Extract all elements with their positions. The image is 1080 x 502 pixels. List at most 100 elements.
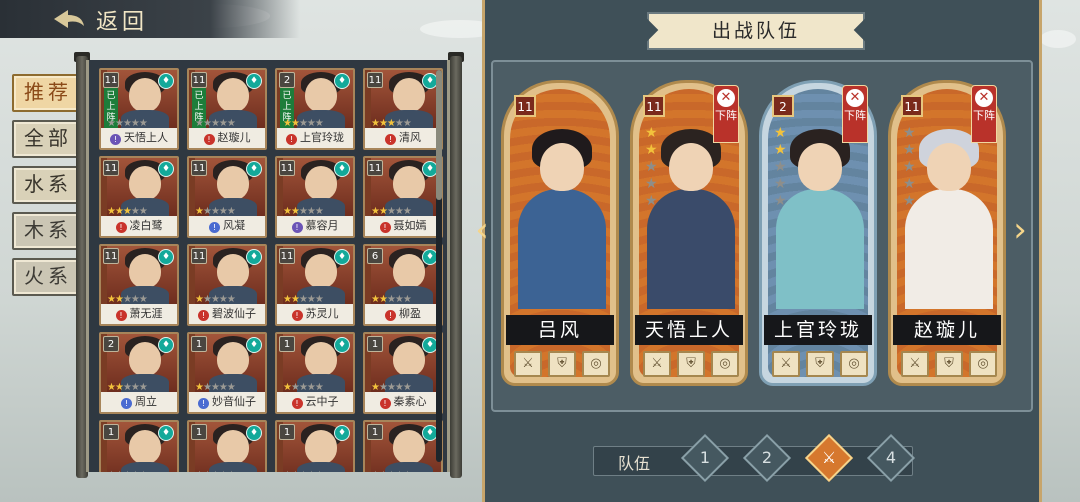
hero-card[interactable]: 1♦★★★★★ [99,420,179,472]
team-member-card[interactable]: 11 ★ ★ ★ ★ ★ ✕ 下阵 天悟上人 ⚔ ⛨ ◎ [630,80,748,386]
hero-name-bar: ! 聂如嫣 [365,216,441,236]
team-member-card[interactable]: 11 吕风 ⚔ ⛨ ◎ [501,80,619,386]
remove-from-team-button[interactable]: ✕ 下阵 [713,85,739,143]
tab-1[interactable]: 全部 [12,120,84,158]
water-element-icon: ♦ [158,249,174,265]
hero-card[interactable]: 1♦★★★★★ [187,420,267,472]
tab-0[interactable]: 推荐 [12,74,84,112]
hero-face [129,78,161,112]
hero-card[interactable]: 6 ♦ ★★★★★! 柳盈 [363,244,443,326]
hero-card[interactable]: 11 ♦ ★★★★★! 清风 [363,68,443,150]
hero-card[interactable]: 1 ♦ ★★★★★! 秦素心 [363,332,443,414]
back-button[interactable]: 返回 [96,4,148,36]
water-element-icon: ♦ [246,161,262,177]
figure-head [927,143,971,191]
hero-name-bar: ! 萧无涯 [101,304,177,324]
equipment-slot-icon[interactable]: ⚔ [901,351,929,377]
water-element-icon: ♦ [158,425,174,441]
hero-stars: ★★★★★ [371,470,412,472]
equipment-slot-icon[interactable]: ⛨ [677,351,705,377]
scroll-rod-right [450,56,462,478]
remove-label: 下阵 [844,109,866,122]
remove-from-team-button[interactable]: ✕ 下阵 [842,85,868,143]
hero-card[interactable]: 1 ♦ ★★★★★! 妙音仙子 [187,332,267,414]
hero-name: 碧波仙子 [212,307,256,320]
team-member-name: 上官玲珑 [764,315,872,345]
remove-from-team-button[interactable]: ✕ 下阵 [971,85,997,143]
hero-stars: ★★★★★ [195,470,236,472]
hero-card[interactable]: 1 ♦ ★★★★★! 云中子 [275,332,355,414]
close-icon: ✕ [975,89,993,107]
tab-3[interactable]: 木系 [12,212,84,250]
hero-level: 1 [367,424,383,440]
equipment-slot-icon[interactable]: ⚔ [772,351,800,377]
hero-name: 聂如嫣 [393,219,427,232]
equipment-row: ⚔ ⛨ ◎ [901,351,997,377]
hero-card[interactable]: 11 ♦ 已上阵 ★★★★★! 天悟上人 [99,68,179,150]
hero-name-bar: ! 赵璇儿 [189,128,265,148]
team-3-button[interactable]: ⚔ [804,433,854,483]
equipment-slot-icon[interactable]: ⚔ [643,351,671,377]
hero-name: 妙音仙子 [212,395,256,408]
hero-name-bar: ! 凌白鹭 [101,216,177,236]
hero-card[interactable]: 1♦★★★★★ [363,420,443,472]
team-member-stars: ★ ★ ★ ★ ★ [774,125,787,209]
hero-card[interactable]: 11 ♦ ★★★★★! 风凝 [187,156,267,238]
scrollbar-thumb[interactable] [436,70,442,200]
back-arrow-icon[interactable] [52,8,86,30]
team-2-button[interactable]: 2 [742,433,792,483]
hero-card[interactable]: 11 ♦ ★★★★★! 聂如嫣 [363,156,443,238]
battle-team-panel: 出战队伍 ‹ › 11 吕风 ⚔ ⛨ ◎ 11 ★ ★ ★ ★ ★ ✕ 下阵 天悟上人 ⚔ ⛨ ◎ 2 ★ ★ ★ ★ ★ ✕… [475,0,1042,502]
hero-card[interactable]: 11 ♦ ★★★★★! 慕容月 [275,156,355,238]
hero-name: 上官玲珑 [300,131,344,144]
equipment-slot-icon[interactable]: ⛨ [806,351,834,377]
hero-card[interactable]: 11 ♦ ★★★★★! 萧无涯 [99,244,179,326]
water-element-icon: ♦ [246,337,262,353]
equipment-slot-icon[interactable]: ⛨ [935,351,963,377]
hero-face [305,430,337,464]
hero-name: 慕容月 [305,219,339,232]
team-4-button[interactable]: 4 [866,433,916,483]
equipment-slot-icon[interactable]: ⚔ [514,351,542,377]
equipment-slot-icon[interactable]: ◎ [582,351,610,377]
hero-name-bar: ! 云中子 [277,392,353,412]
hero-list-scrollbar[interactable] [436,70,442,462]
hero-name-bar: ! 慕容月 [277,216,353,236]
remove-label: 下阵 [973,109,995,122]
hero-card[interactable]: 2 ♦ ★★★★★! 周立 [99,332,179,414]
equipment-slot-icon[interactable]: ⛨ [548,351,576,377]
hero-card[interactable]: 11 ♦ ★★★★★! 苏灵儿 [275,244,355,326]
hero-face [217,254,249,288]
water-element-icon: ♦ [158,161,174,177]
equipment-slot-icon[interactable]: ◎ [711,351,739,377]
hero-level: 1 [367,336,383,352]
water-element-icon: ♦ [246,249,262,265]
team-1-button[interactable]: 1 [680,433,730,483]
right-arrow-icon[interactable]: › [1011,210,1029,250]
hero-face [129,254,161,288]
team-member-stars: ★ ★ ★ ★ ★ [903,125,916,209]
hero-stars: ★★★★★ [283,470,324,472]
team-member-card[interactable]: 11 ★ ★ ★ ★ ★ ✕ 下阵 赵璇儿 ⚔ ⛨ ◎ [888,80,1006,386]
hero-card[interactable]: 11 ♦ ★★★★★! 碧波仙子 [187,244,267,326]
tab-4[interactable]: 火系 [12,258,84,296]
hero-name-bar: ! 碧波仙子 [189,304,265,324]
hero-level: 11 [367,160,383,176]
hero-name: 凌白鹭 [129,219,163,232]
team-member-card[interactable]: 2 ★ ★ ★ ★ ★ ✕ 下阵 上官玲珑 ⚔ ⛨ ◎ [759,80,877,386]
hero-card[interactable]: 1♦★★★★★ [275,420,355,472]
hero-level: 1 [191,336,207,352]
team-member-level: 11 [514,95,536,117]
left-arrow-icon[interactable]: ‹ [473,210,491,250]
hero-card[interactable]: 11 ♦ 已上阵 ★★★★★! 赵璇儿 [187,68,267,150]
hero-card[interactable]: 2 ♦ 已上阵 ★★★★★! 上官玲珑 [275,68,355,150]
hero-card[interactable]: 11 ♦ ★★★★★! 凌白鹭 [99,156,179,238]
tab-2[interactable]: 水系 [12,166,84,204]
equipment-slot-icon[interactable]: ◎ [840,351,868,377]
hero-level: 11 [279,248,295,264]
role-icon: ! [115,222,127,233]
role-icon: ! [291,222,303,233]
equipment-slot-icon[interactable]: ◎ [969,351,997,377]
equipment-row: ⚔ ⛨ ◎ [772,351,868,377]
role-icon: ! [286,134,297,145]
